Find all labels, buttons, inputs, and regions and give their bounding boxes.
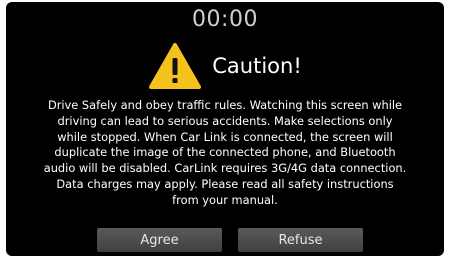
refuse-button[interactable]: Refuse (238, 228, 363, 252)
agree-button[interactable]: Agree (97, 228, 222, 252)
dialog-header: Caution! (6, 42, 444, 90)
screen-frame: 00:00 Caution! Drive Safely and obey tra… (6, 2, 444, 256)
caution-message: Drive Safely and obey traffic rules. Wat… (43, 98, 407, 207)
agree-button-label: Agree (140, 232, 179, 248)
refuse-button-label: Refuse (278, 232, 323, 248)
warning-icon (148, 42, 202, 90)
dialog-title: Caution! (212, 54, 302, 78)
clock: 00:00 (192, 7, 258, 32)
